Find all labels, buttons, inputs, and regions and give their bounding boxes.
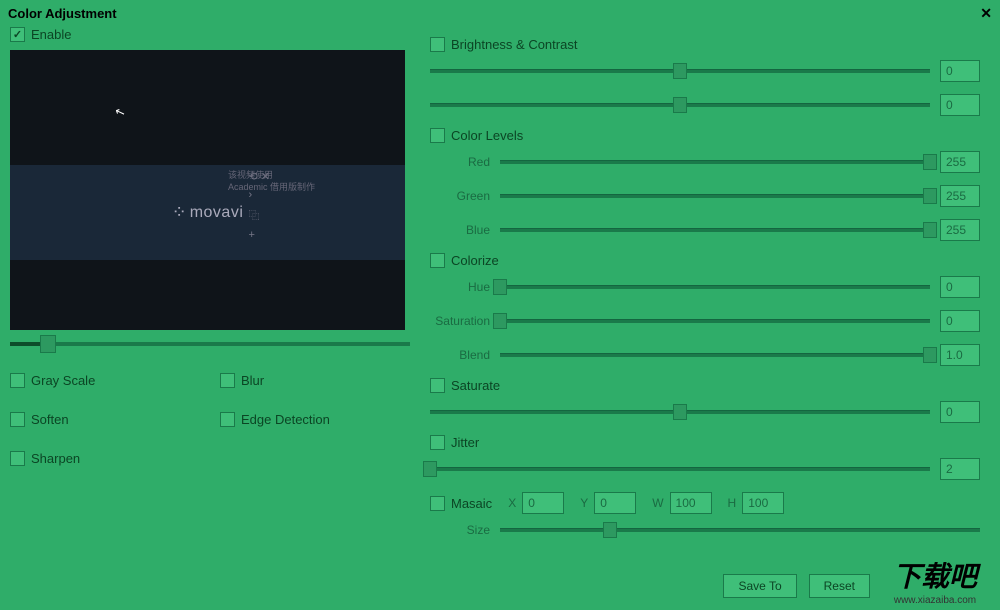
h-value[interactable]: 100 [742,492,784,514]
saturation-label: Saturation [430,314,490,328]
jitter-checkbox[interactable] [430,435,445,450]
hue-label: Hue [430,280,490,294]
save-to-button[interactable]: Save To [723,574,796,598]
color-levels-label: Color Levels [451,128,523,143]
sharpen-checkbox[interactable] [10,451,25,466]
size-label: Size [430,523,490,537]
size-slider[interactable] [500,522,980,538]
green-value[interactable]: 255 [940,185,980,207]
x-value[interactable]: 0 [522,492,564,514]
red-slider[interactable] [500,154,930,170]
movavi-dots-icon: ⁘ [172,202,185,223]
saturation-slider[interactable] [500,313,930,329]
mosaic-label: Masaic [451,496,492,511]
movavi-brand: movavi [190,204,244,222]
saturate-label: Saturate [451,378,500,393]
x-label: X [508,496,516,510]
soften-checkbox[interactable] [10,412,25,427]
saturate-checkbox[interactable] [430,378,445,393]
video-preview: ↖ ⁘ movavi ⟲ ✕ › ⿻ + 该视频使用 Academic 借用版制… [10,50,405,330]
hue-slider[interactable] [500,279,930,295]
brightness-contrast-checkbox[interactable] [430,37,445,52]
jitter-value[interactable]: 2 [940,458,980,480]
w-label: W [652,496,663,510]
window-title: Color Adjustment [8,6,117,21]
blur-checkbox[interactable] [220,373,235,388]
preview-timeline-slider[interactable] [10,335,410,353]
enable-label: Enable [31,27,71,42]
contrast-slider[interactable] [430,97,930,113]
brightness-slider[interactable] [430,63,930,79]
h-label: H [728,496,737,510]
brightness-contrast-label: Brightness & Contrast [451,37,577,52]
w-value[interactable]: 100 [670,492,712,514]
hue-value[interactable]: 0 [940,276,980,298]
blend-label: Blend [430,348,490,362]
saturation-value[interactable]: 0 [940,310,980,332]
green-slider[interactable] [500,188,930,204]
saturate-value[interactable]: 0 [940,401,980,423]
enable-checkbox[interactable] [10,27,25,42]
color-levels-checkbox[interactable] [430,128,445,143]
blur-label: Blur [241,373,264,388]
red-label: Red [430,155,490,169]
colorize-label: Colorize [451,253,499,268]
close-icon[interactable]: ✕ [980,5,992,22]
mosaic-checkbox[interactable] [430,496,445,511]
blend-value[interactable]: 1.0 [940,344,980,366]
sharpen-label: Sharpen [31,451,80,466]
saturate-slider[interactable] [430,404,930,420]
gray-scale-checkbox[interactable] [10,373,25,388]
y-label: Y [580,496,588,510]
contrast-value[interactable]: 0 [940,94,980,116]
blue-value[interactable]: 255 [940,219,980,241]
blue-label: Blue [430,223,490,237]
preview-watermark-text: 该视频使用 Academic 借用版制作 [228,170,315,193]
jitter-slider[interactable] [430,461,930,477]
soften-label: Soften [31,412,69,427]
reset-button[interactable]: Reset [809,574,870,598]
site-watermark: 下载吧 www.xiazaiba.com [870,550,1000,610]
edge-detection-label: Edge Detection [241,412,330,427]
jitter-label: Jitter [451,435,479,450]
cursor-icon: ↖ [113,104,127,121]
gray-scale-label: Gray Scale [31,373,95,388]
edge-detection-checkbox[interactable] [220,412,235,427]
colorize-checkbox[interactable] [430,253,445,268]
brightness-value[interactable]: 0 [940,60,980,82]
green-label: Green [430,189,490,203]
red-value[interactable]: 255 [940,151,980,173]
blend-slider[interactable] [500,347,930,363]
blue-slider[interactable] [500,222,930,238]
y-value[interactable]: 0 [594,492,636,514]
